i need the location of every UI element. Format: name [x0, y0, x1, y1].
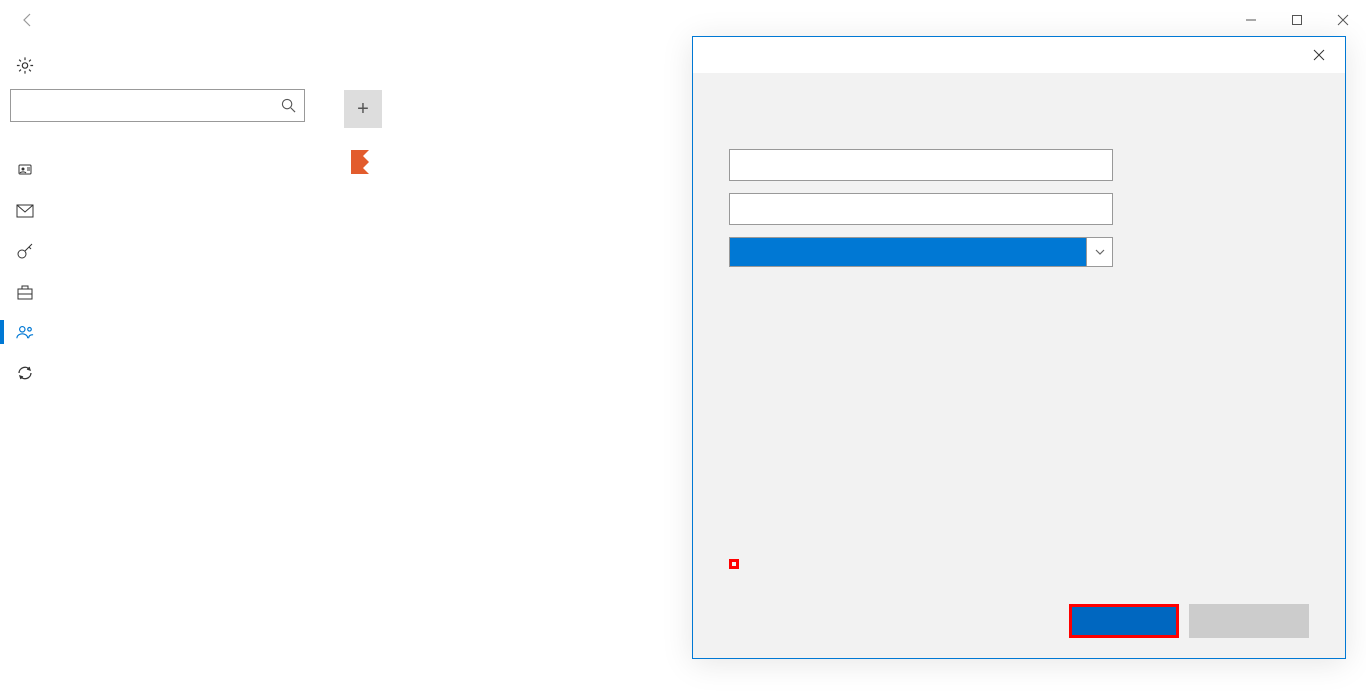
home-nav[interactable] [10, 48, 310, 89]
sidebar-item-family[interactable] [10, 312, 310, 352]
mail-icon [16, 204, 34, 218]
email-field[interactable] [729, 149, 1113, 181]
close-button[interactable] [1320, 4, 1366, 36]
sidebar-item-email[interactable] [10, 192, 310, 230]
dialog-body [693, 73, 1345, 287]
key-icon [16, 242, 34, 260]
dialog-close-button[interactable] [1297, 40, 1341, 70]
plus-icon: + [344, 90, 382, 128]
dialog-footer [729, 550, 1309, 638]
maximize-button[interactable] [1274, 4, 1320, 36]
create-account-dialog [692, 36, 1346, 659]
sidebar-item-sync[interactable] [10, 352, 310, 394]
search-icon [281, 98, 296, 113]
search-box[interactable] [10, 89, 305, 122]
sidebar-item-signin[interactable] [10, 230, 310, 272]
window-controls [1228, 4, 1366, 36]
people-icon [16, 324, 34, 340]
admin-badge-icon [344, 146, 376, 178]
minimize-button[interactable] [1228, 4, 1274, 36]
back-button[interactable] [8, 0, 48, 40]
sidebar-section [10, 122, 310, 150]
chevron-down-icon [1086, 238, 1112, 266]
dialog-button-row [729, 604, 1309, 638]
next-button[interactable] [1069, 604, 1179, 638]
back-button[interactable] [1189, 604, 1309, 638]
country-select[interactable] [729, 237, 1113, 267]
dialog-titlebar [693, 37, 1345, 73]
sidebar-item-your-info[interactable] [10, 150, 310, 192]
no-ms-account-highlight [729, 559, 739, 569]
password-field[interactable] [729, 193, 1113, 225]
sidebar [10, 48, 310, 394]
sidebar-item-work[interactable] [10, 272, 310, 312]
titlebar [0, 0, 1366, 40]
sync-icon [16, 364, 34, 382]
search-input[interactable] [19, 97, 281, 114]
gear-icon [16, 56, 34, 75]
person-icon [16, 162, 34, 180]
briefcase-icon [16, 284, 34, 300]
